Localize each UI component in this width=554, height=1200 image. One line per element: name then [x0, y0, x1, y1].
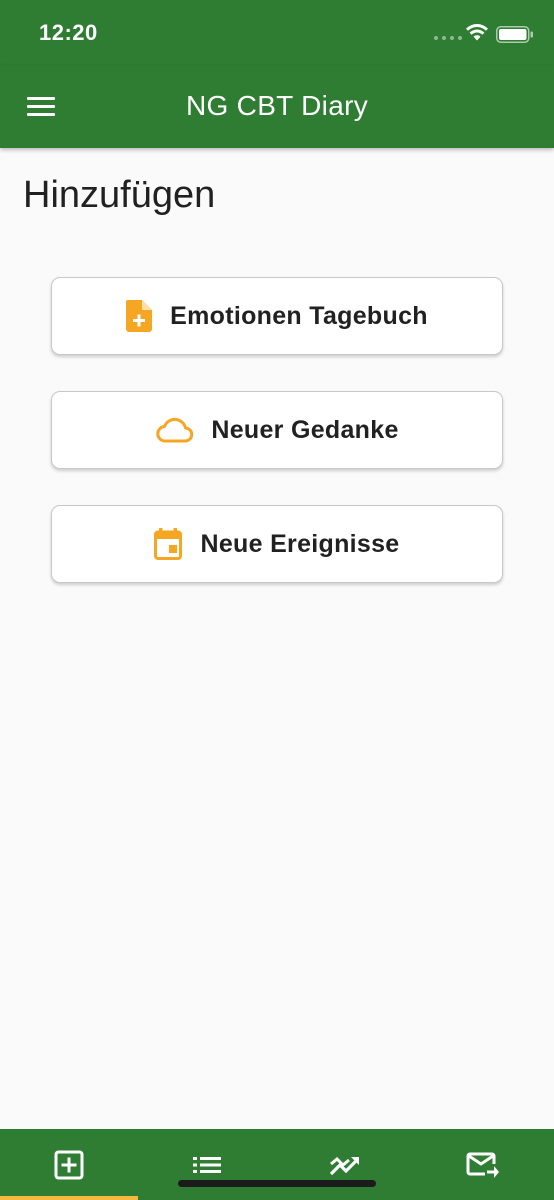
bottom-navigation [0, 1129, 554, 1200]
add-box-icon [54, 1150, 84, 1180]
app-title: NG CBT Diary [186, 90, 368, 121]
nav-statistics[interactable] [276, 1129, 414, 1200]
emotion-diary-button[interactable]: Emotionen Tagebuch [51, 277, 503, 355]
emotion-diary-label: Emotionen Tagebuch [170, 301, 428, 330]
list-icon [193, 1157, 221, 1173]
page-title: Hinzufügen [23, 174, 216, 216]
status-time: 12:20 [39, 20, 98, 45]
status-bar: 12:20 [0, 0, 554, 66]
note-add-icon [126, 300, 153, 332]
wifi-icon [466, 24, 488, 41]
trending-icon [329, 1156, 360, 1176]
new-thought-label: Neuer Gedanke [211, 415, 399, 444]
new-events-button[interactable]: Neue Ereignisse [51, 505, 503, 583]
nav-add[interactable] [0, 1129, 138, 1200]
battery-icon [496, 26, 533, 43]
calendar-icon [154, 528, 183, 560]
nav-export-mail[interactable] [414, 1129, 552, 1200]
nav-list[interactable] [138, 1129, 276, 1200]
nav-selected-indicator [0, 1196, 138, 1200]
new-thought-button[interactable]: Neuer Gedanke [51, 391, 503, 469]
send-mail-icon [466, 1152, 499, 1178]
signal-icon [434, 36, 462, 40]
new-events-label: Neue Ereignisse [200, 529, 400, 558]
home-indicator [178, 1180, 376, 1187]
cloud-icon [155, 417, 194, 443]
app-bar: NG CBT Diary [0, 66, 554, 148]
